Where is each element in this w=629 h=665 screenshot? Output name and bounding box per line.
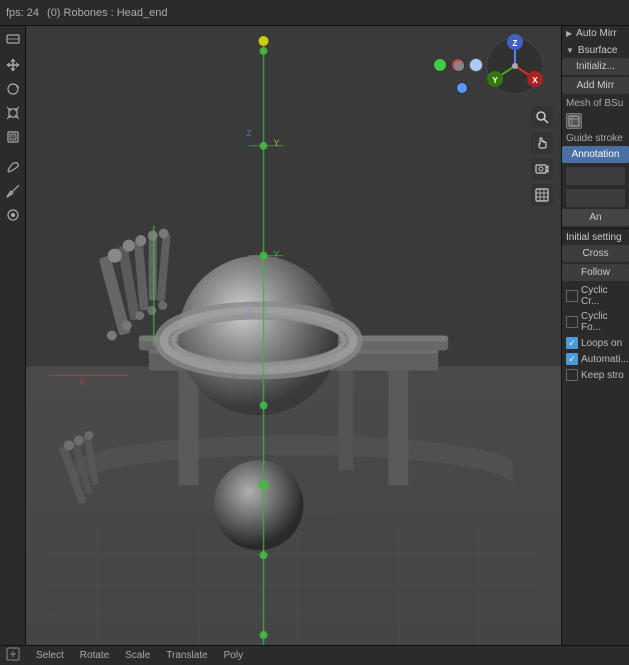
svg-text:Y: Y [274,250,280,260]
color-field-1[interactable] [566,167,625,185]
fps-display: fps: 24 [6,7,39,19]
automatic-row[interactable]: ✓ Automati... [562,351,629,367]
bsurface-header: ▼ Bsurface [562,43,629,58]
status-item-1: Select [36,650,64,661]
cyclic-follow-checkbox[interactable] [566,316,578,328]
camera-icon[interactable] [531,158,553,180]
header-bar: fps: 24 (0) Robones : Head_end [0,0,629,26]
cyclic-follow-row[interactable]: Cyclic Fo... [562,309,629,335]
viewport[interactable]: Y Y Z Z X [26,26,561,645]
svg-text:Y: Y [492,76,498,85]
initialize-button[interactable]: Initializ... [562,58,629,75]
greasepencil-tool-icon[interactable] [2,204,24,226]
x-axis-dot [451,58,465,72]
nav-gizmo[interactable]: Z X Y [483,34,553,104]
svg-text:Z: Z [247,129,252,138]
right-panel: ▶ Auto Mirr ▼ Bsurface Initializ... Add … [561,26,629,645]
status-item-3: Scale [125,650,150,661]
grid-icon[interactable] [531,184,553,206]
svg-text:Y: Y [274,138,280,148]
follow-button[interactable]: Follow [562,264,629,281]
keep-stro-row[interactable]: Keep stro [562,367,629,383]
cyclic-follow-label: Cyclic Fo... [581,311,625,333]
bsurface-label: Bsurface [578,45,617,56]
app-container: fps: 24 (0) Robones : Head_end [0,0,629,665]
status-item-2: Rotate [80,650,109,661]
mesh-icon[interactable] [566,113,582,129]
color-field-2[interactable] [566,189,625,207]
add-mirror-button[interactable]: Add Mirr [562,77,629,94]
measure-tool-icon[interactable] [2,180,24,202]
annotate-tool-icon[interactable] [2,156,24,178]
status-item-4: Translate [166,650,207,661]
keep-stro-checkbox[interactable] [566,369,578,381]
mesh-label: Mesh of BSu [562,96,629,111]
mesh-icon-row [566,113,625,129]
move-tool-icon[interactable] [2,54,24,76]
svg-text:Z: Z [247,309,252,318]
y-secondary-dot [469,58,483,72]
collapse-arrow-icon: ▶ [566,29,572,38]
rotate-tool-icon[interactable] [2,78,24,100]
svg-text:Z: Z [513,39,518,48]
initial-settings-label: Initial setting [562,228,629,245]
bsurface-collapse-icon: ▼ [566,46,574,55]
automatic-label: Automati... [581,354,629,365]
an-button[interactable]: An [562,209,629,226]
svg-text:X: X [532,76,538,85]
status-icon [6,647,20,664]
bone-info: (0) Robones : Head_end [47,7,167,19]
annotation-button[interactable]: Annotation [562,146,629,163]
z-axis-dot [456,82,468,94]
auto-mirror-header: ▶ Auto Mirr [562,26,629,41]
keep-stro-label: Keep stro [581,370,624,381]
loops-on-checkbox[interactable]: ✓ [566,337,578,349]
loops-on-row[interactable]: ✓ Loops on [562,335,629,351]
scale-tool-icon[interactable] [2,102,24,124]
magnify-icon[interactable] [531,106,553,128]
status-item-5: Poly [224,650,243,661]
left-toolbar [0,26,26,645]
hand-icon[interactable] [531,132,553,154]
cyclic-cross-checkbox[interactable] [566,290,578,302]
cyclic-cross-row[interactable]: Cyclic Cr... [562,283,629,309]
y-axis-dot [433,58,447,72]
loops-on-label: Loops on [581,338,622,349]
guide-stroke-label: Guide stroke [562,131,629,146]
transform-tool-icon[interactable] [2,126,24,148]
auto-mirror-label: Auto Mirr [576,28,617,39]
automatic-checkbox[interactable]: ✓ [566,353,578,365]
scene-3d: Y Y Z Z X [26,26,561,645]
cyclic-cross-label: Cyclic Cr... [581,285,625,307]
main-area: Y Y Z Z X [0,26,629,645]
viewport-right-icons [531,106,553,206]
scene-svg: Y Y Z Z X [26,26,561,645]
svg-text:X: X [79,377,86,388]
cross-button[interactable]: Cross [562,245,629,262]
status-bar: Select Rotate Scale Translate Poly [0,645,629,665]
cursor-tool-icon[interactable] [2,30,24,52]
